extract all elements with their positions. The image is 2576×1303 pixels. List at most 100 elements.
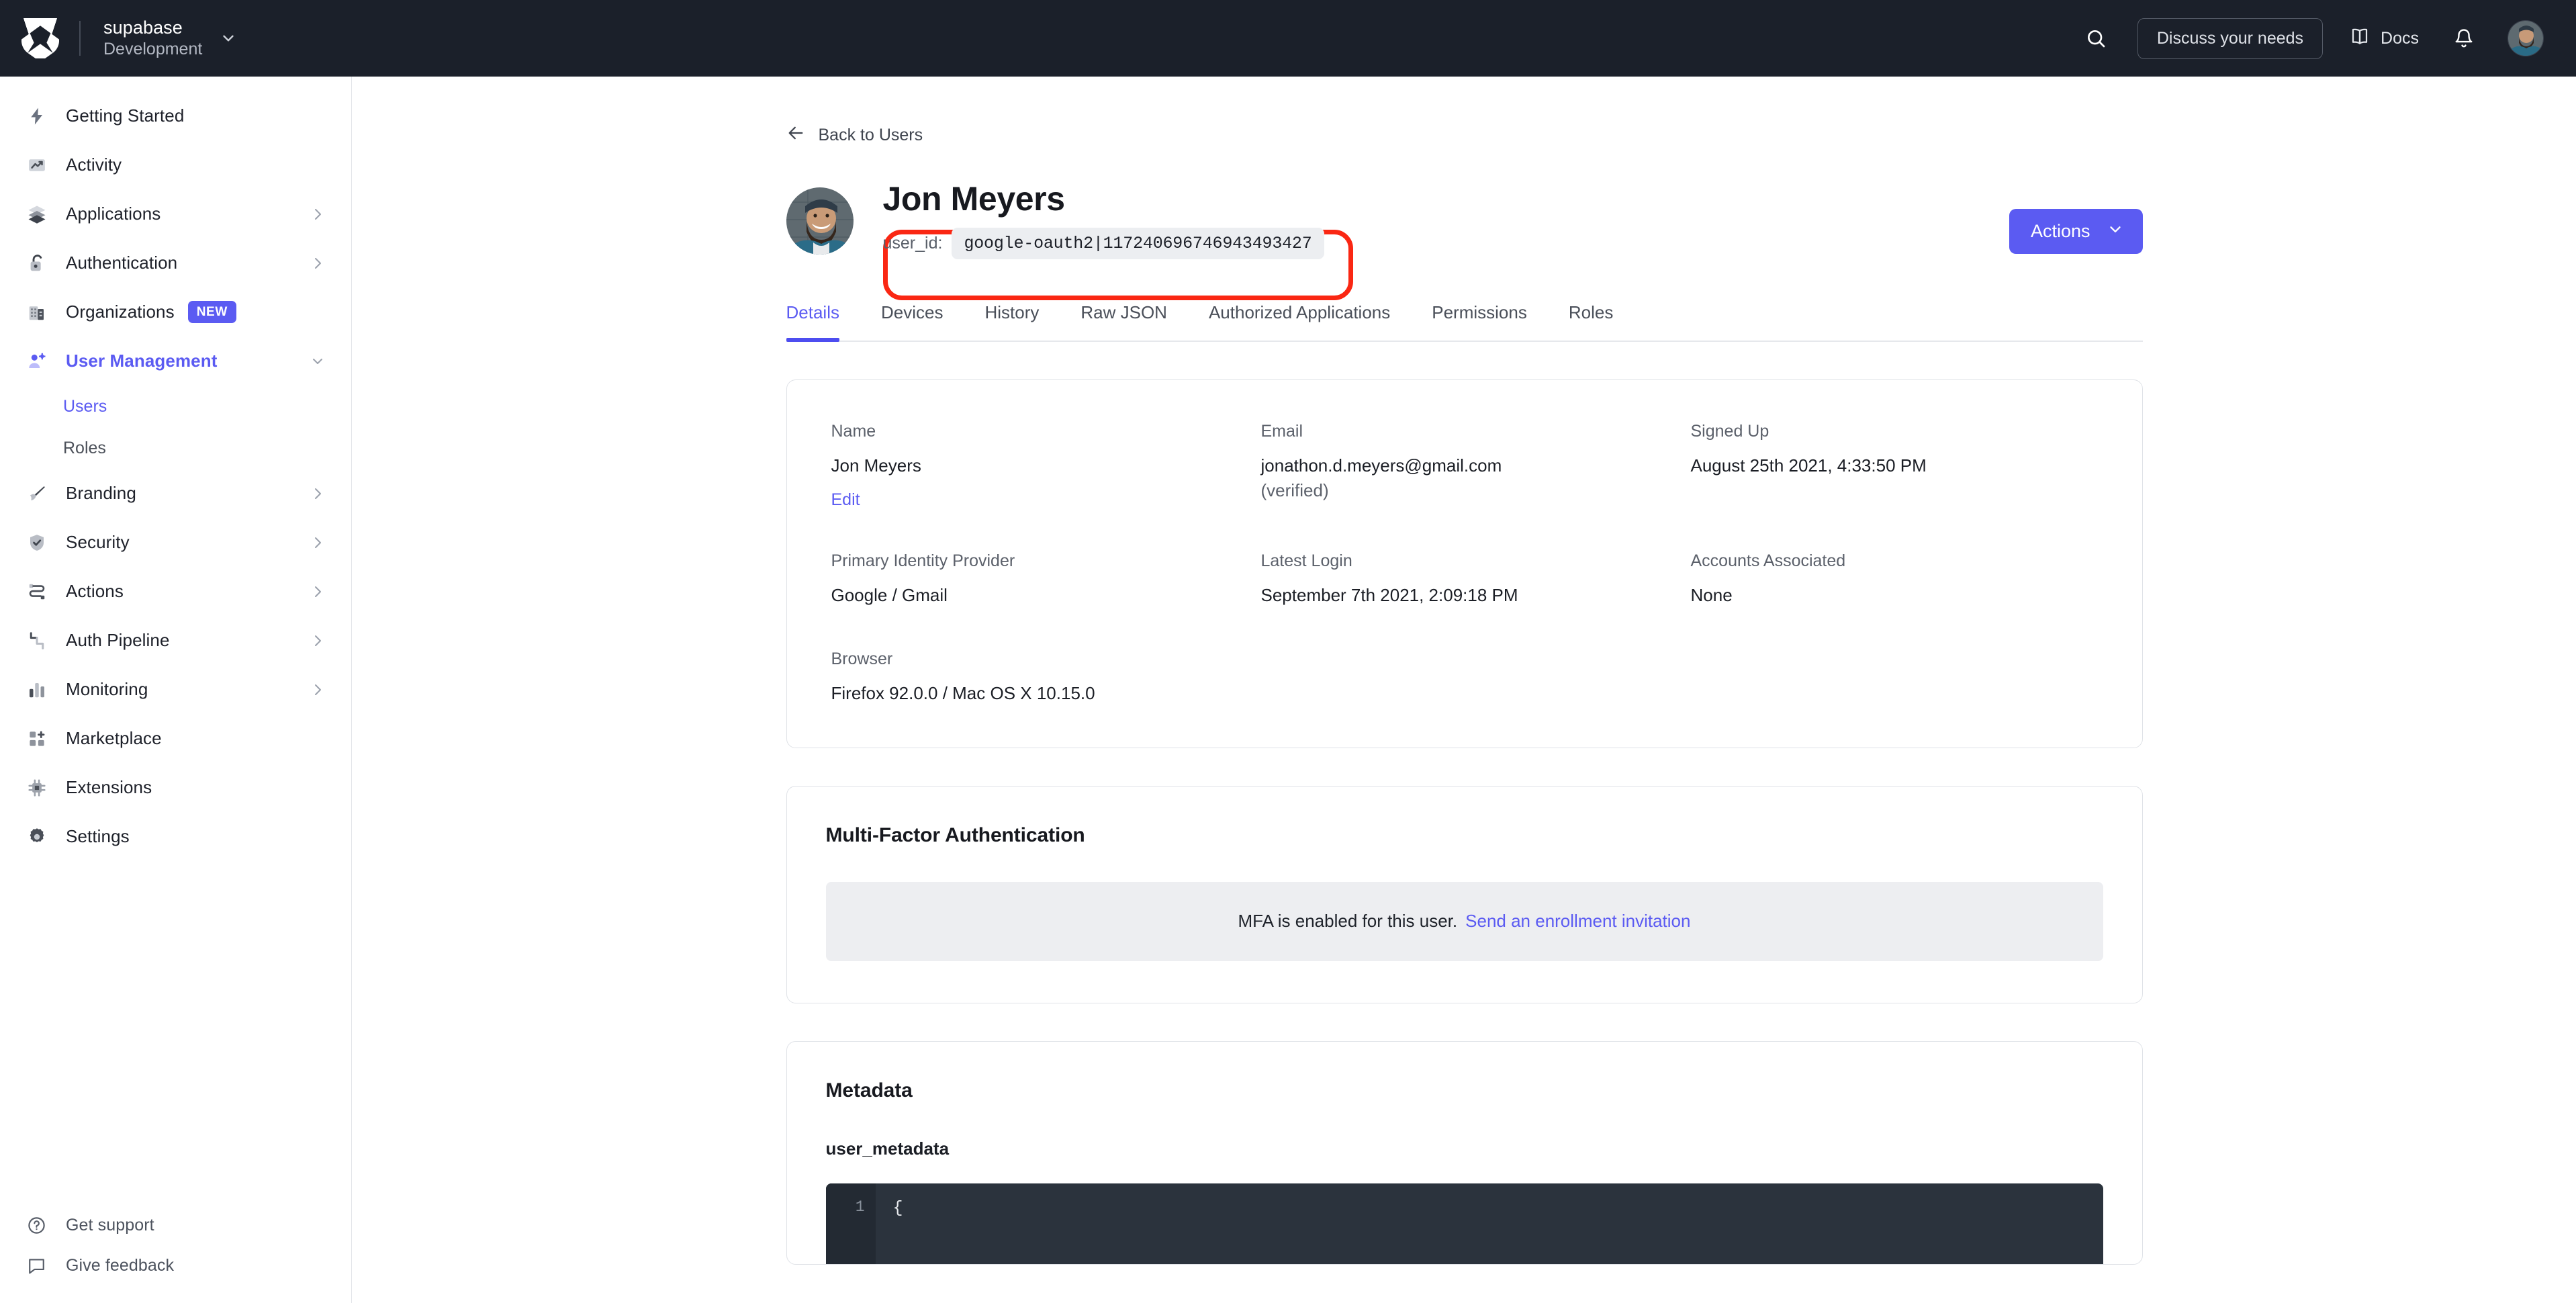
sidebar-item-label: Auth Pipeline <box>66 630 170 651</box>
top-bar: supabase Development Discuss your needs … <box>0 0 2576 77</box>
bell-icon[interactable] <box>2448 22 2479 54</box>
sidebar-item-label: Branding <box>66 483 136 504</box>
chevron-right-icon[interactable] <box>310 682 326 698</box>
send-enrollment-invitation-link[interactable]: Send an enrollment invitation <box>1465 911 1690 932</box>
field-browser: Browser Firefox 92.0.0 / Mac OS X 10.15.… <box>831 649 1261 706</box>
sidebar-item-label: Monitoring <box>66 679 148 700</box>
flow-icon <box>27 582 56 602</box>
actions-button-label: Actions <box>2031 221 2090 242</box>
pipeline-icon <box>27 631 56 651</box>
code-line-text: { <box>876 1183 2103 1264</box>
page-title: Jon Meyers <box>883 179 1324 218</box>
sidebar-footer: Get support Give feedback <box>0 1205 351 1286</box>
field-name: Name Jon Meyers Edit <box>831 422 1261 510</box>
chat-bubble-icon <box>27 1256 56 1275</box>
sidebar-item-monitoring[interactable]: Monitoring <box>0 665 351 714</box>
lock-icon <box>27 253 56 273</box>
sidebar-item-marketplace[interactable]: Marketplace <box>0 714 351 763</box>
tab-details[interactable]: Details <box>786 302 839 341</box>
tab-permissions[interactable]: Permissions <box>1432 302 1527 341</box>
discuss-your-needs-button[interactable]: Discuss your needs <box>2137 18 2323 59</box>
tab-raw-json[interactable]: Raw JSON <box>1080 302 1167 341</box>
building-icon <box>27 302 56 322</box>
chevron-right-icon[interactable] <box>310 206 326 222</box>
sidebar-subitem-users[interactable]: Users <box>0 386 351 427</box>
main-content: Back to Users <box>353 77 2576 1303</box>
sidebar-item-label: Marketplace <box>66 728 162 749</box>
user-gear-icon <box>27 351 56 371</box>
field-value: Google / Gmail <box>831 583 1261 608</box>
chevron-right-icon[interactable] <box>310 584 326 600</box>
sidebar-item-authentication[interactable]: Authentication <box>0 238 351 287</box>
sidebar-item-extensions[interactable]: Extensions <box>0 763 351 812</box>
sidebar-item-get-support[interactable]: Get support <box>0 1205 351 1245</box>
user-id-value[interactable]: google-oauth2|117240696746943493427 <box>952 228 1324 259</box>
page-header: Jon Meyers user_id: google-oauth2|117240… <box>786 179 2143 259</box>
field-signed-up: Signed Up August 25th 2021, 4:33:50 PM <box>1691 422 2098 510</box>
field-value: September 7th 2021, 2:09:18 PM <box>1261 583 1691 608</box>
field-label: Primary Identity Provider <box>831 551 1261 571</box>
field-label: Email <box>1261 422 1691 441</box>
back-link-label: Back to Users <box>819 126 923 145</box>
sidebar-item-label: Give feedback <box>66 1256 174 1275</box>
metadata-card: Metadata user_metadata 1 { <box>786 1041 2143 1265</box>
chevron-right-icon[interactable] <box>310 255 326 271</box>
sidebar-item-give-feedback[interactable]: Give feedback <box>0 1245 351 1286</box>
metadata-card-title: Metadata <box>826 1079 2103 1102</box>
shield-check-icon <box>27 533 56 553</box>
field-label: Name <box>831 422 1261 441</box>
layers-icon <box>27 204 56 224</box>
field-label: Browser <box>831 649 1261 669</box>
user-avatar <box>786 187 854 255</box>
sidebar-item-security[interactable]: Security <box>0 518 351 567</box>
edit-name-link[interactable]: Edit <box>831 490 860 510</box>
mfa-status-text: MFA is enabled for this user. <box>1238 911 1458 932</box>
code-line-number: 1 <box>826 1183 876 1264</box>
sidebar-item-activity[interactable]: Activity <box>0 140 351 189</box>
actions-button[interactable]: Actions <box>2009 209 2143 254</box>
user-id-row: user_id: google-oauth2|11724069674694349… <box>883 228 1324 259</box>
topbar-actions: Discuss your needs Docs <box>2078 18 2576 59</box>
gear-icon <box>27 827 56 847</box>
tab-bar: Details Devices History Raw JSON Authori… <box>786 302 2143 342</box>
chevron-down-icon[interactable] <box>310 353 326 369</box>
user-id-label: user_id: <box>883 234 943 253</box>
details-grid: Name Jon Meyers Edit Email jonathon.d.me… <box>831 422 2098 706</box>
chevron-right-icon[interactable] <box>310 633 326 649</box>
chevron-down-icon[interactable] <box>220 30 237 47</box>
sidebar-item-getting-started[interactable]: Getting Started <box>0 91 351 140</box>
sidebar-item-branding[interactable]: Branding <box>0 469 351 518</box>
field-label: Signed Up <box>1691 422 2098 441</box>
sidebar-item-settings[interactable]: Settings <box>0 812 351 861</box>
arrow-left-icon <box>786 124 805 147</box>
sidebar-item-label: User Management <box>66 351 217 371</box>
sidebar-item-user-management[interactable]: User Management <box>0 336 351 386</box>
chevron-right-icon[interactable] <box>310 486 326 502</box>
tab-history[interactable]: History <box>984 302 1039 341</box>
search-icon[interactable] <box>2078 21 2113 56</box>
sidebar-subitem-roles[interactable]: Roles <box>0 427 351 469</box>
bar-chart-icon <box>27 680 56 700</box>
tab-roles[interactable]: Roles <box>1569 302 1613 341</box>
details-card: Name Jon Meyers Edit Email jonathon.d.me… <box>786 379 2143 748</box>
user-metadata-editor[interactable]: 1 { <box>826 1183 2103 1264</box>
brand-tenant-switcher[interactable]: supabase Development <box>0 17 237 60</box>
tab-authorized-applications[interactable]: Authorized Applications <box>1209 302 1390 341</box>
avatar[interactable] <box>2508 20 2544 56</box>
sidebar-nav-list: Getting Started Activity Applications Au… <box>0 77 351 861</box>
field-accounts-associated: Accounts Associated None <box>1691 551 2098 608</box>
sidebar-item-actions[interactable]: Actions <box>0 567 351 616</box>
docs-label: Docs <box>2381 29 2419 48</box>
field-value: None <box>1691 583 2098 608</box>
book-icon <box>2350 26 2370 51</box>
sidebar-item-auth-pipeline[interactable]: Auth Pipeline <box>0 616 351 665</box>
tab-devices[interactable]: Devices <box>881 302 943 341</box>
question-circle-icon <box>27 1216 56 1235</box>
chevron-right-icon[interactable] <box>310 535 326 551</box>
sidebar-item-label: Activity <box>66 154 122 175</box>
sidebar-item-organizations[interactable]: Organizations NEW <box>0 287 351 336</box>
docs-link[interactable]: Docs <box>2350 26 2419 51</box>
grid-plus-icon <box>27 729 56 749</box>
sidebar-item-applications[interactable]: Applications <box>0 189 351 238</box>
back-to-users-link[interactable]: Back to Users <box>786 124 923 147</box>
